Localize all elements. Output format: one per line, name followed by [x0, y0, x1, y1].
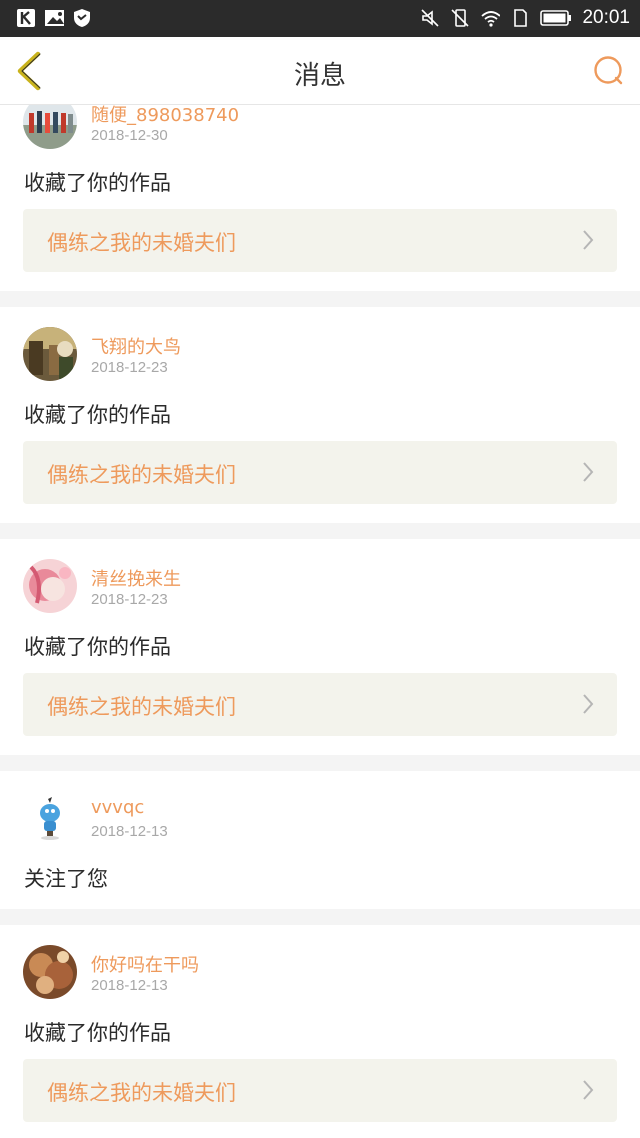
message-list: 随便_898038740 2018-12-30 收藏了你的作品 偶练之我的未婚夫…: [0, 105, 640, 1138]
work-link[interactable]: 偶练之我的未婚夫们: [23, 441, 617, 504]
message-item[interactable]: 你好吗在干吗 2018-12-13 收藏了你的作品 偶练之我的未婚夫们: [0, 925, 640, 1138]
sim-icon: [510, 8, 530, 28]
avatar[interactable]: [23, 791, 77, 845]
message-item[interactable]: vvvqc 2018-12-13 关注了您: [0, 771, 640, 909]
message-date: 2018-12-13: [91, 823, 168, 840]
work-link[interactable]: 偶练之我的未婚夫们: [23, 1059, 617, 1122]
work-link[interactable]: 偶练之我的未婚夫们: [23, 673, 617, 736]
work-title: 偶练之我的未婚夫们: [47, 695, 236, 719]
message-date: 2018-12-23: [91, 591, 168, 608]
username[interactable]: 随便_898038740: [91, 105, 239, 127]
header-bar: 消息: [0, 37, 640, 105]
status-left-icons: [16, 8, 92, 28]
message-action: 收藏了你的作品: [24, 635, 171, 659]
chevron-right-icon: [583, 230, 594, 250]
message-action: 收藏了你的作品: [24, 171, 171, 195]
message-action: 收藏了你的作品: [24, 403, 171, 427]
work-link[interactable]: 偶练之我的未婚夫们: [23, 209, 617, 272]
search-icon: [594, 56, 623, 85]
avatar[interactable]: [23, 559, 77, 613]
message-item[interactable]: 飞翔的大鸟 2018-12-23 收藏了你的作品 偶练之我的未婚夫们: [0, 307, 640, 523]
username[interactable]: 你好吗在干吗: [91, 951, 199, 977]
mute-icon: [420, 8, 440, 28]
work-title: 偶练之我的未婚夫们: [47, 1081, 236, 1105]
message-action: 关注了您: [24, 867, 108, 891]
username[interactable]: vvvqc: [91, 797, 144, 818]
shield-icon: [72, 8, 92, 28]
page-title: 消息: [293, 61, 346, 91]
status-time: 20:01: [582, 7, 630, 28]
avatar[interactable]: [23, 945, 77, 999]
chevron-right-icon: [583, 1080, 594, 1100]
image-icon: [44, 8, 64, 28]
battery-icon: [540, 8, 572, 28]
wifi-icon: [480, 8, 501, 28]
message-item[interactable]: 清丝挽来生 2018-12-23 收藏了你的作品 偶练之我的未婚夫们: [0, 539, 640, 755]
work-title: 偶练之我的未婚夫们: [47, 231, 236, 255]
search-button[interactable]: [592, 54, 626, 88]
chevron-right-icon: [583, 694, 594, 714]
work-title: 偶练之我的未婚夫们: [47, 463, 236, 487]
chevron-right-icon: [583, 462, 594, 482]
avatar[interactable]: [23, 327, 77, 381]
status-bar: 20:01: [0, 0, 640, 37]
avatar[interactable]: [23, 105, 77, 149]
message-action: 收藏了你的作品: [24, 1021, 171, 1045]
username[interactable]: 飞翔的大鸟: [91, 333, 181, 359]
vibrate-off-icon: [450, 8, 470, 28]
message-date: 2018-12-23: [91, 359, 168, 376]
message-date: 2018-12-13: [91, 977, 168, 994]
message-item[interactable]: 随便_898038740 2018-12-30 收藏了你的作品 偶练之我的未婚夫…: [0, 105, 640, 291]
message-list-viewport[interactable]: 随便_898038740 2018-12-30 收藏了你的作品 偶练之我的未婚夫…: [0, 105, 640, 1138]
username[interactable]: 清丝挽来生: [91, 565, 181, 591]
status-right-icons: 20:01: [420, 7, 630, 29]
k-app-icon: [16, 8, 36, 28]
message-date: 2018-12-30: [91, 127, 168, 144]
